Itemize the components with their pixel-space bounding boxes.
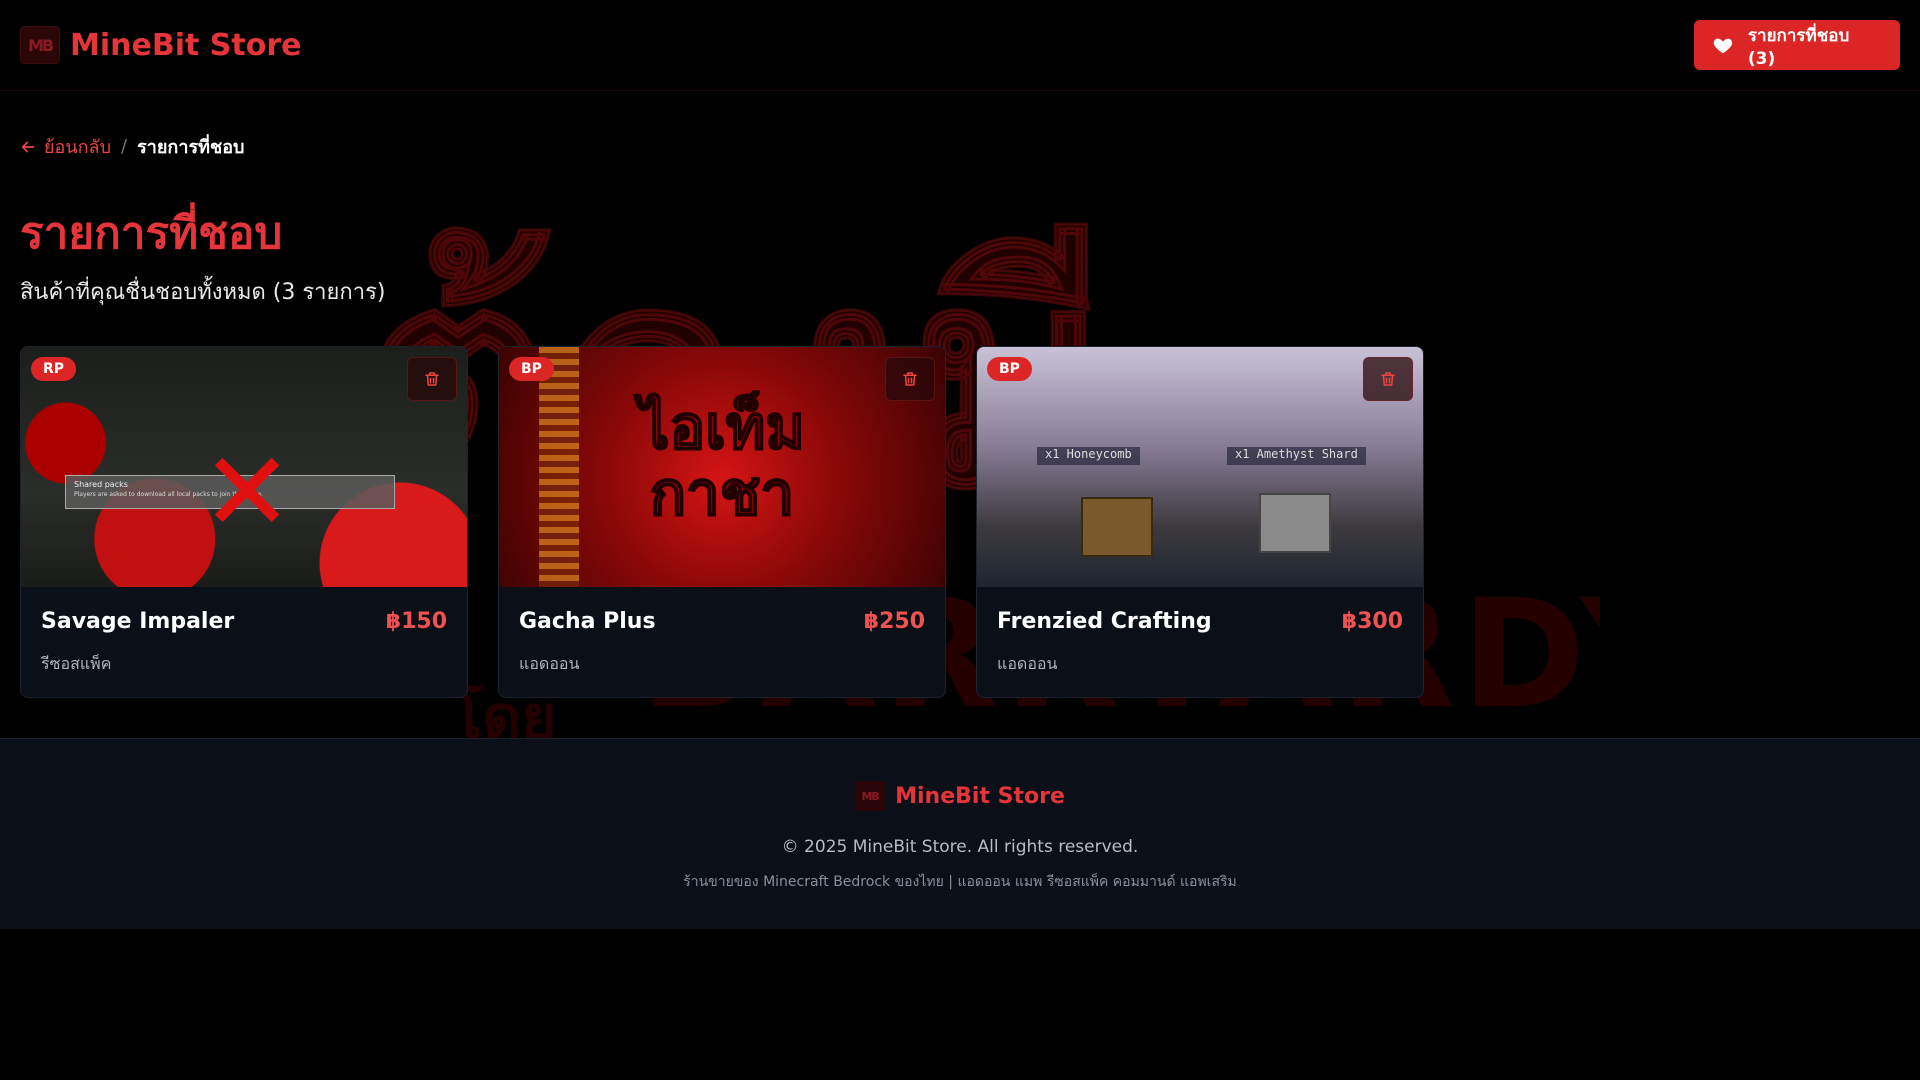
brand-name: MineBit Store	[70, 27, 302, 63]
product-price: ฿150	[385, 609, 447, 634]
trash-icon	[903, 372, 917, 386]
heart-icon	[1713, 38, 1733, 54]
card-body: Gacha Plus ฿250 แอดออน	[499, 587, 945, 697]
top-header: MB MineBit Store รายการที่ชอบ (3)	[0, 0, 1920, 91]
remove-button[interactable]	[1363, 357, 1413, 401]
type-badge: BP	[509, 357, 554, 381]
product-category: แอดออน	[997, 654, 1058, 673]
product-category: รีซอสแพ็ค	[41, 654, 112, 673]
site-footer: MB MineBit Store © 2025 MineBit Store. A…	[0, 738, 1920, 929]
footer-brand: MB MineBit Store	[0, 781, 1920, 811]
back-link[interactable]: ย้อนกลับ	[20, 132, 111, 161]
remove-button[interactable]	[885, 357, 935, 401]
breadcrumb: ย้อนกลับ / รายการที่ชอบ	[20, 132, 244, 161]
product-image[interactable]: Shared packs Players are asked to downlo…	[21, 347, 467, 587]
chest-decoration	[1081, 497, 1153, 557]
footer-logo: MB	[855, 781, 886, 811]
trash-icon	[425, 372, 439, 386]
wishlist-button-label: รายการที่ชอบ (3)	[1747, 25, 1850, 69]
block-decoration	[1259, 493, 1331, 553]
image-art-line1: ไอเท็ม	[638, 393, 806, 463]
brand-link[interactable]: MB MineBit Store	[20, 26, 301, 64]
store-logo: MB	[20, 26, 60, 64]
page-title: รายการที่ชอบ	[20, 208, 283, 259]
card-body: Savage Impaler ฿150 รีซอสแพ็ค	[21, 587, 467, 697]
breadcrumb-current: รายการที่ชอบ	[137, 137, 245, 158]
type-badge: BP	[987, 357, 1032, 381]
product-name[interactable]: Gacha Plus	[519, 609, 656, 634]
trash-icon	[1381, 372, 1395, 386]
product-price: ฿250	[863, 609, 925, 634]
remove-button[interactable]	[407, 357, 457, 401]
card-body: Frenzied Crafting ฿300 แอดออน	[977, 587, 1423, 697]
product-card[interactable]: Shared packs Players are asked to downlo…	[20, 346, 468, 698]
footer-brand-name: MineBit Store	[895, 783, 1065, 809]
product-card[interactable]: x1 Honeycomb x1 Amethyst Shard BP Frenzi…	[976, 346, 1424, 698]
back-link-label: ย้อนกลับ	[44, 137, 112, 158]
copyright: © 2025 MineBit Store. All rights reserve…	[781, 837, 1139, 857]
type-badge: RP	[31, 357, 77, 381]
page-subtitle: สินค้าที่คุณชื่นชอบทั้งหมด (3 รายการ)	[20, 280, 386, 305]
image-art-line2: กาชา	[649, 459, 795, 529]
product-name[interactable]: Savage Impaler	[41, 609, 234, 634]
image-art-text: ไอเท็ม กาชา	[499, 393, 945, 529]
product-card[interactable]: ไอเท็ม กาชา BP Gacha Plus ฿250 แอดออน	[498, 346, 946, 698]
product-category: แอดออน	[519, 654, 580, 673]
footer-tagline: ร้านขายของ Minecraft Bedrock ของไทย | แอ…	[683, 874, 1237, 890]
wishlist-grid: Shared packs Players are asked to downlo…	[20, 346, 1424, 698]
breadcrumb-separator: /	[121, 136, 128, 157]
product-name[interactable]: Frenzied Crafting	[997, 609, 1212, 634]
product-image[interactable]: ไอเท็ม กาชา BP	[499, 347, 945, 587]
x-mark-decoration: ✕	[201, 428, 294, 556]
wishlist-button[interactable]: รายการที่ชอบ (3)	[1694, 20, 1900, 70]
product-price: ฿300	[1341, 609, 1403, 634]
product-image[interactable]: x1 Honeycomb x1 Amethyst Shard BP	[977, 347, 1423, 587]
arrow-left-icon	[21, 141, 35, 152]
image-tag: x1 Honeycomb	[1037, 447, 1140, 465]
image-tag: x1 Amethyst Shard	[1227, 447, 1366, 465]
